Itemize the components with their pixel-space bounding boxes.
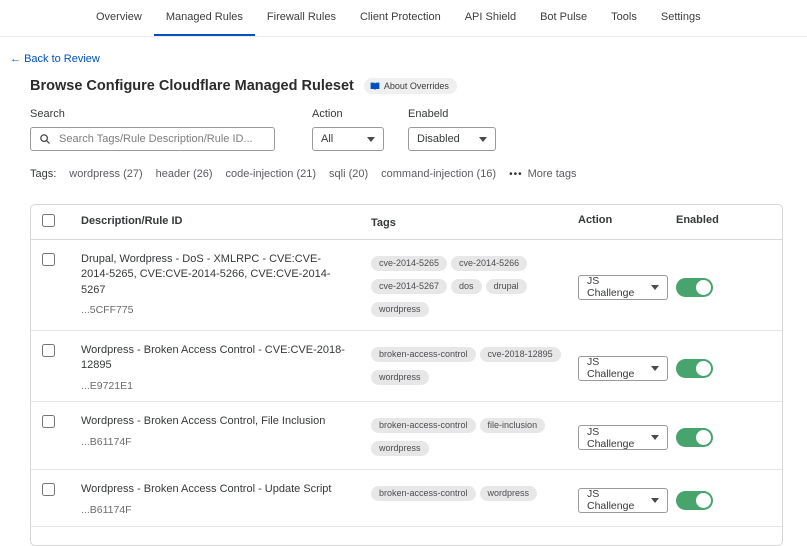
header-action: Action: [578, 214, 676, 226]
tag-pill: dos: [451, 279, 482, 294]
toggle-knob: [696, 280, 711, 295]
tag-filter-code-injection[interactable]: code-injection (21): [226, 168, 317, 180]
tag-pill: cve-2014-5266: [451, 256, 527, 271]
tag-pill: broken-access-control: [371, 418, 476, 433]
tab-overview[interactable]: Overview: [84, 0, 154, 36]
tag-pill: broken-access-control: [371, 486, 476, 501]
tag-pill: wordpress: [480, 486, 538, 501]
tags-bar-label: Tags:: [30, 168, 56, 180]
search-icon: [39, 133, 51, 145]
tag-filter-header[interactable]: header (26): [156, 168, 213, 180]
search-label: Search: [30, 108, 275, 120]
row-action-select[interactable]: JS Challenge: [578, 275, 668, 300]
enabled-filter-select[interactable]: Disabled: [408, 127, 496, 151]
tag-pill: broken-access-control: [371, 347, 476, 362]
select-all-checkbox[interactable]: [42, 214, 55, 227]
back-link[interactable]: ← Back to Review: [10, 53, 100, 65]
table-partial-row: [31, 527, 782, 545]
about-overrides-badge[interactable]: About Overrides: [364, 78, 457, 94]
tab-settings[interactable]: Settings: [649, 0, 713, 36]
tag-pill: wordpress: [371, 302, 429, 317]
row-action-value: JS Challenge: [587, 275, 645, 299]
table-row: Wordpress - Broken Access Control - CVE:…: [31, 331, 782, 402]
enabled-toggle[interactable]: [676, 359, 713, 378]
enabled-filter-value: Disabled: [417, 133, 460, 145]
enabled-toggle[interactable]: [676, 278, 713, 297]
rule-id: ...B61174F: [81, 503, 345, 518]
rule-description: Drupal, Wordpress - DoS - XMLRPC - CVE:C…: [81, 252, 345, 298]
tab-client-protection[interactable]: Client Protection: [348, 0, 453, 36]
header-description: Description/Rule ID: [79, 214, 371, 229]
rule-description: Wordpress - Broken Access Control - CVE:…: [81, 343, 345, 374]
tag-filter-sqli[interactable]: sqli (20): [329, 168, 368, 180]
chevron-down-icon: [651, 366, 659, 371]
ellipsis-icon: •••: [509, 169, 523, 180]
row-checkbox[interactable]: [42, 253, 55, 266]
tag-filter-command-injection[interactable]: command-injection (16): [381, 168, 496, 180]
tag-pill: drupal: [486, 279, 527, 294]
back-link-label: Back to Review: [24, 53, 100, 65]
header-tags: Tags: [371, 216, 578, 229]
tag-pill: cve-2014-5267: [371, 279, 447, 294]
header-enabled: Enabled: [676, 214, 782, 226]
chevron-down-icon: [651, 285, 659, 290]
enabled-toggle[interactable]: [676, 491, 713, 510]
rule-id: ...5CFF775: [81, 303, 345, 318]
row-action-select[interactable]: JS Challenge: [578, 425, 668, 450]
tags-bar: Tags: wordpress (27) header (26) code-in…: [30, 168, 783, 180]
chevron-down-icon: [479, 137, 487, 142]
tab-bot-pulse[interactable]: Bot Pulse: [528, 0, 599, 36]
back-row: ← Back to Review: [0, 37, 807, 65]
row-checkbox[interactable]: [42, 344, 55, 357]
tag-pill: file-inclusion: [480, 418, 546, 433]
tab-tools[interactable]: Tools: [599, 0, 649, 36]
tag-pill: wordpress: [371, 370, 429, 385]
tab-firewall-rules[interactable]: Firewall Rules: [255, 0, 348, 36]
tab-managed-rules[interactable]: Managed Rules: [154, 0, 255, 36]
action-filter-value: All: [321, 133, 333, 145]
rule-description: Wordpress - Broken Access Control, File …: [81, 414, 345, 429]
chevron-down-icon: [367, 137, 375, 142]
toggle-knob: [696, 430, 711, 445]
search-input-wrapper: [30, 127, 275, 151]
chevron-down-icon: [651, 435, 659, 440]
enabled-filter-label: Enabeld: [408, 108, 496, 120]
page-title: Browse Configure Cloudflare Managed Rule…: [30, 78, 354, 94]
action-filter-label: Action: [312, 108, 384, 120]
table-row: Wordpress - Broken Access Control, File …: [31, 402, 782, 470]
table-row: Wordpress - Broken Access Control - Upda…: [31, 470, 782, 526]
table-header-row: Description/Rule ID Tags Action Enabled: [31, 205, 782, 240]
tab-api-shield[interactable]: API Shield: [453, 0, 528, 36]
rule-id: ...E9721E1: [81, 379, 345, 394]
row-action-select[interactable]: JS Challenge: [578, 488, 668, 513]
more-tags-button[interactable]: ••• More tags: [509, 168, 576, 180]
row-action-value: JS Challenge: [587, 426, 645, 450]
tag-filter-wordpress[interactable]: wordpress (27): [69, 168, 142, 180]
row-action-value: JS Challenge: [587, 356, 645, 380]
toggle-knob: [696, 493, 711, 508]
rule-id: ...B61174F: [81, 435, 345, 450]
rules-table: Description/Rule ID Tags Action Enabled …: [30, 204, 783, 546]
chevron-down-icon: [651, 498, 659, 503]
main-content: Browse Configure Cloudflare Managed Rule…: [0, 78, 807, 546]
search-input[interactable]: [57, 132, 266, 146]
row-action-select[interactable]: JS Challenge: [578, 356, 668, 381]
toggle-knob: [696, 361, 711, 376]
book-icon: [370, 81, 380, 91]
action-filter-select[interactable]: All: [312, 127, 384, 151]
rule-description: Wordpress - Broken Access Control - Upda…: [81, 482, 345, 497]
back-arrow-icon: ←: [10, 53, 21, 65]
tag-pill: cve-2018-12895: [480, 347, 561, 362]
row-action-value: JS Challenge: [587, 488, 645, 512]
tag-pill: cve-2014-5265: [371, 256, 447, 271]
row-checkbox[interactable]: [42, 483, 55, 496]
row-checkbox[interactable]: [42, 415, 55, 428]
enabled-toggle[interactable]: [676, 428, 713, 447]
tag-pill: wordpress: [371, 441, 429, 456]
top-navigation: Overview Managed Rules Firewall Rules Cl…: [0, 0, 807, 37]
table-row: Drupal, Wordpress - DoS - XMLRPC - CVE:C…: [31, 240, 782, 331]
more-tags-label: More tags: [528, 168, 577, 180]
about-overrides-label: About Overrides: [384, 81, 449, 91]
